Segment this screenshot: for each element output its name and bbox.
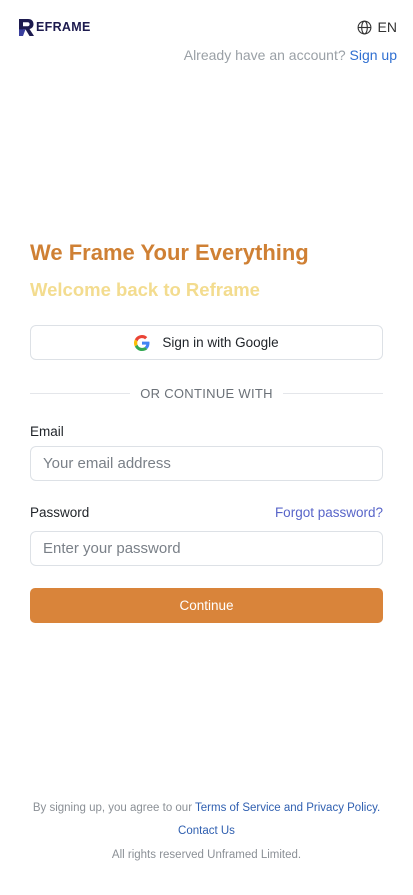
copyright-text: All rights reserved Unframed Limited.: [111, 849, 302, 861]
email-label: Email: [30, 424, 64, 439]
divider-line-left: [30, 392, 131, 394]
google-signin-label: Sign in with Google: [162, 335, 279, 350]
terms-notice: By signing up, you agree to our Terms of…: [0, 802, 413, 814]
password-label: Password: [30, 505, 90, 520]
contact-us-link[interactable]: Contact Us: [178, 825, 235, 837]
language-label: EN: [377, 19, 397, 35]
email-input[interactable]: [30, 446, 383, 481]
forgot-password-link[interactable]: Forgot password?: [275, 505, 383, 520]
continue-button[interactable]: Continue: [30, 588, 383, 623]
brand-logo[interactable]: EFRAME: [18, 18, 91, 37]
terms-link[interactable]: Terms of Service and Privacy Policy.: [195, 802, 380, 814]
password-input[interactable]: [30, 531, 383, 566]
login-page: EFRAME EN Already have an account? Sign …: [0, 0, 413, 895]
language-selector[interactable]: EN: [357, 19, 397, 35]
page-subheadline: Welcome back to Reframe: [30, 279, 260, 300]
reframe-logo-icon: [19, 18, 34, 36]
google-signin-button[interactable]: Sign in with Google: [30, 325, 383, 360]
account-prompt-text: Already have an account?: [183, 47, 346, 63]
signup-link[interactable]: Sign up: [350, 47, 397, 63]
logo-text: EFRAME: [36, 20, 91, 34]
account-prompt: Already have an account? Sign up: [184, 47, 397, 63]
top-header: EFRAME EN: [18, 14, 397, 40]
contact-row: Contact Us: [0, 825, 413, 837]
globe-icon: [357, 20, 371, 34]
divider-line-right: [282, 392, 383, 394]
or-divider: OR CONTINUE WITH: [30, 384, 383, 402]
google-icon: [134, 334, 150, 351]
terms-prefix: By signing up, you agree to our: [32, 802, 193, 814]
page-headline: We Frame Your Everything: [30, 240, 309, 265]
divider-text: OR CONTINUE WITH: [140, 385, 273, 401]
